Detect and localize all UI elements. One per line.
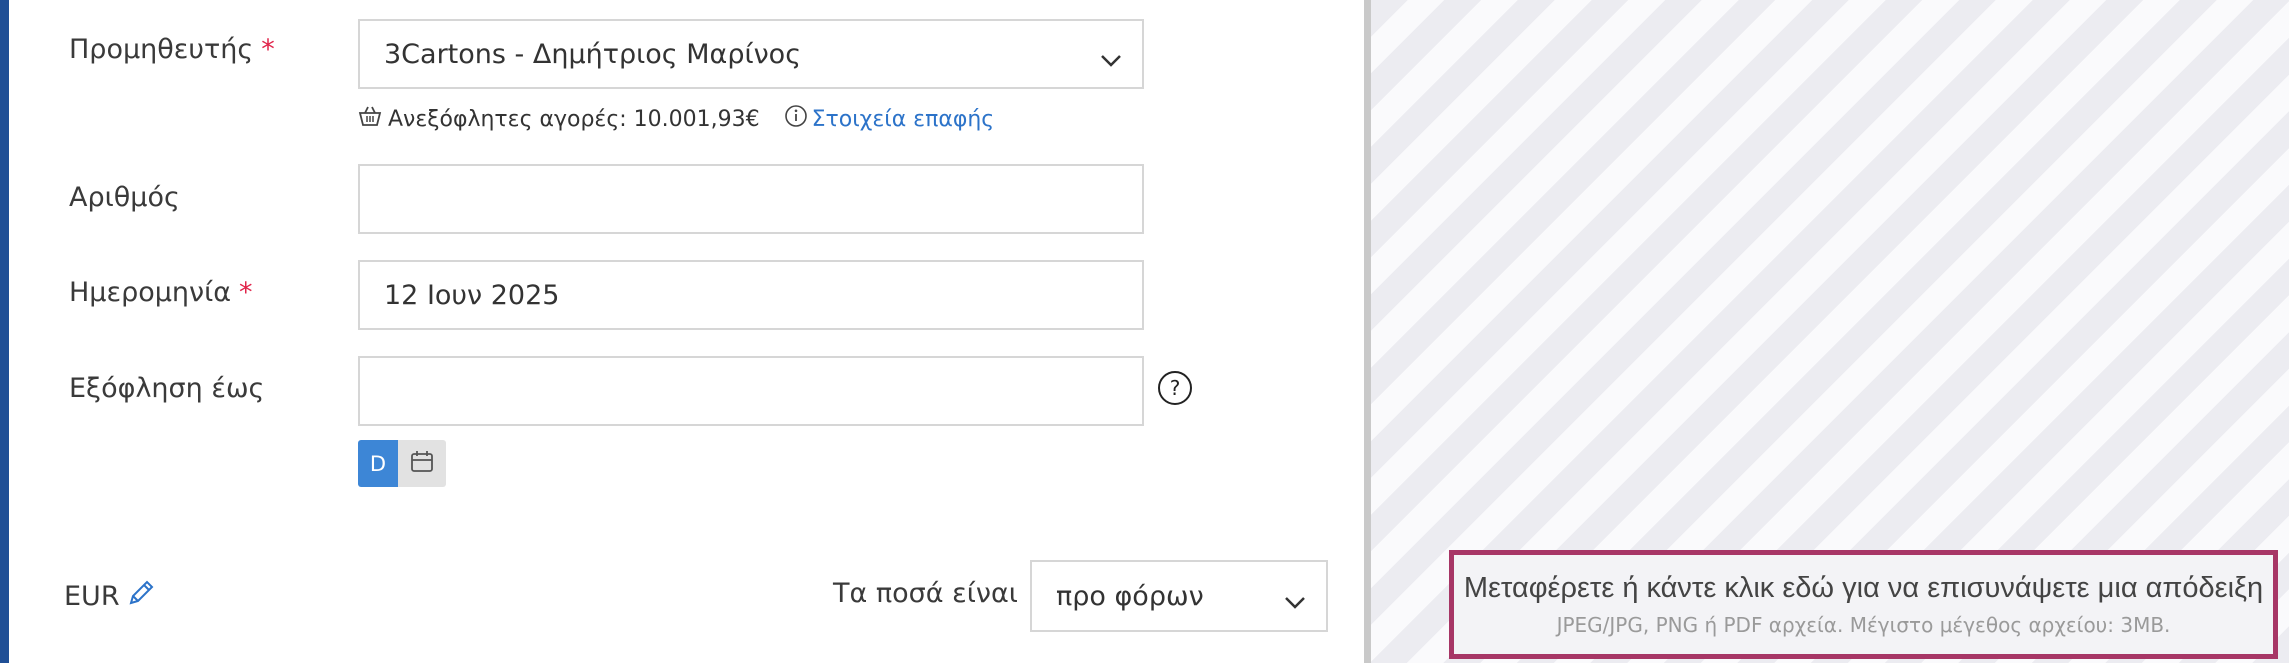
amounts-label: Τα ποσά είναι — [833, 578, 1018, 609]
pencil-icon[interactable] — [126, 578, 156, 615]
panel-divider — [1364, 0, 1371, 663]
receipt-form: Προμηθευτής * 3Cartons - Δημήτριος Μαρίνο… — [9, 0, 1364, 663]
unpaid-purchases-text: Ανεξόφλητες αγορές: 10.001,93€ — [388, 106, 760, 132]
info-icon — [784, 104, 808, 134]
date-label: Ημερομηνία * — [69, 277, 253, 308]
amounts-value: προ φόρων — [1056, 580, 1204, 612]
days-mode-button[interactable]: D — [358, 440, 398, 487]
dropzone-subtitle: JPEG/JPG, PNG ή PDF αρχεία. Μέγιστο μέγε… — [1556, 613, 2171, 637]
basket-icon — [358, 105, 382, 133]
dropzone-title: Μεταφέρετε ή κάντε κλικ εδώ για να επισυ… — [1463, 572, 2264, 604]
contact-details-link[interactable]: Στοιχεία επαφής — [812, 107, 995, 132]
calendar-icon — [410, 450, 434, 478]
amounts-select[interactable]: προ φόρων — [1030, 560, 1328, 632]
supplier-select[interactable]: 3Cartons - Δημήτριος Μαρίνος — [358, 19, 1144, 89]
currency-selector[interactable]: EUR — [64, 578, 156, 615]
calendar-mode-button[interactable] — [398, 440, 446, 487]
supplier-meta: Ανεξόφλητες αγορές: 10.001,93€ Στοιχεία … — [358, 104, 994, 134]
date-input[interactable]: 12 Ιουν 2025 — [358, 260, 1144, 330]
date-mode-toggle: D — [358, 440, 446, 487]
svg-text:?: ? — [1170, 376, 1181, 400]
supplier-value: 3Cartons - Δημήτριος Μαρίνος — [384, 38, 802, 70]
currency-label: EUR — [64, 581, 120, 612]
receipt-dropzone[interactable]: Μεταφέρετε ή κάντε κλικ εδώ για να επισυ… — [1449, 550, 2278, 659]
chevron-down-icon — [1100, 44, 1122, 75]
due-date-input[interactable] — [358, 356, 1144, 426]
help-icon[interactable]: ? — [1157, 370, 1193, 406]
number-input[interactable] — [358, 164, 1144, 234]
left-accent-bar — [0, 0, 9, 663]
due-date-label: Εξόφληση έως — [69, 373, 265, 404]
supplier-label: Προμηθευτής * — [69, 34, 275, 65]
chevron-down-icon — [1284, 586, 1306, 617]
number-label: Αριθμός — [69, 182, 180, 213]
date-value: 12 Ιουν 2025 — [384, 279, 560, 311]
